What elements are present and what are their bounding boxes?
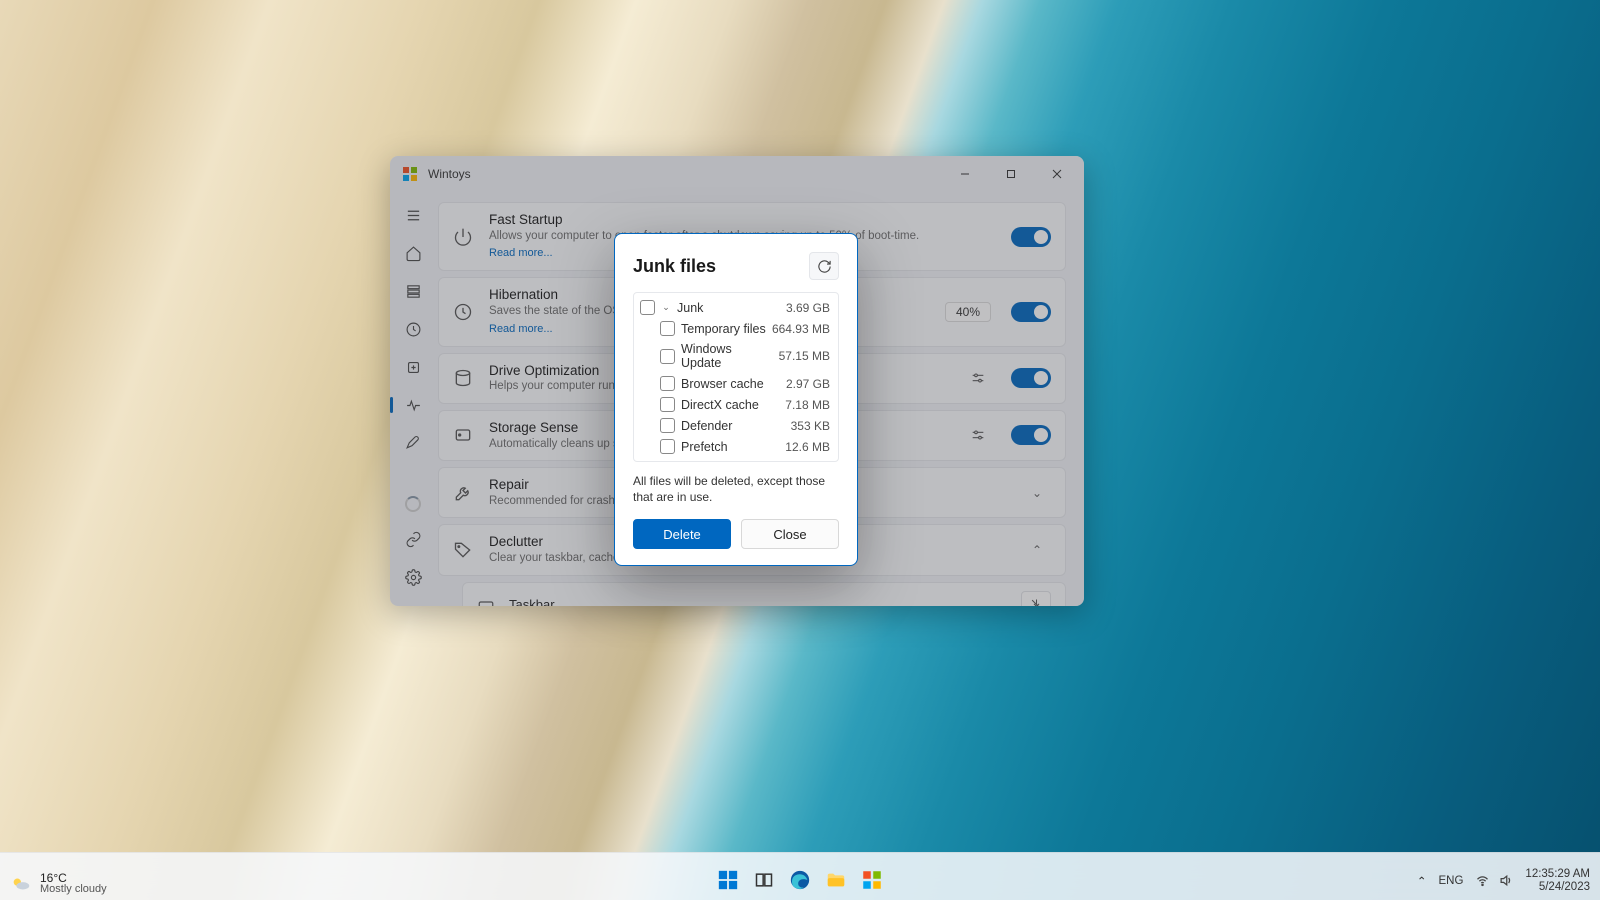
tree-item-name: Temporary files (681, 322, 766, 336)
tree-item-size: 2.97 GB (786, 377, 830, 391)
weather-icon (10, 873, 32, 895)
taskbar[interactable]: 16°C Mostly cloudy ⌃ ENG 12:35:29 AM 5/2… (0, 852, 1600, 900)
wintoys-taskbar-button[interactable] (858, 866, 886, 894)
tree-item-row[interactable]: Prefetch 12.6 MB (638, 436, 832, 457)
tree-item-size: 12.6 MB (785, 440, 830, 454)
explorer-button[interactable] (822, 866, 850, 894)
refresh-button[interactable] (809, 252, 839, 280)
taskbar-pinned (714, 866, 886, 894)
tree-item-name: DirectX cache (681, 398, 779, 412)
checkbox[interactable] (660, 397, 675, 412)
time: 12:35:29 AM (1525, 868, 1590, 881)
tree-item-size: 57.15 MB (779, 349, 830, 363)
checkbox[interactable] (660, 439, 675, 454)
date: 5/24/2023 (1525, 881, 1590, 894)
tree-root-row[interactable]: ⌄ Junk 3.69 GB (638, 297, 832, 318)
tree-item-row[interactable]: Temporary files 664.93 MB (638, 318, 832, 339)
checkbox[interactable] (660, 349, 675, 364)
checkbox[interactable] (660, 321, 675, 336)
sound-icon[interactable] (1498, 873, 1513, 888)
language-indicator[interactable]: ENG (1439, 875, 1464, 887)
tree-item-size: 7.18 MB (785, 398, 830, 412)
tree-item-size: 664.93 MB (772, 322, 830, 336)
tree-item-name: Defender (681, 419, 785, 433)
taskview-button[interactable] (750, 866, 778, 894)
weather-widget[interactable]: 16°C Mostly cloudy (10, 872, 107, 896)
junk-files-dialog: Junk files ⌄ Junk 3.69 GB Temporary file… (614, 233, 858, 566)
tree-item-row[interactable]: Browser cache 2.97 GB (638, 373, 832, 394)
system-tray[interactable]: ⌃ ENG 12:35:29 AM 5/24/2023 (1417, 868, 1590, 894)
tree-item-name: Windows Update (681, 342, 773, 370)
dialog-note: All files will be deleted, except those … (633, 474, 839, 505)
checkbox[interactable] (640, 300, 655, 315)
tree-item-row[interactable]: Windows Update 57.15 MB (638, 339, 832, 373)
junk-tree: ⌄ Junk 3.69 GB Temporary files 664.93 MB W… (633, 292, 839, 462)
desktop: Wintoys (0, 0, 1600, 900)
tree-item-name: Browser cache (681, 377, 780, 391)
clock[interactable]: 12:35:29 AM 5/24/2023 (1525, 868, 1590, 894)
edge-button[interactable] (786, 866, 814, 894)
tree-item-size: 3.69 GB (786, 301, 830, 315)
collapse-arrow-icon[interactable]: ⌄ (661, 302, 671, 313)
dialog-title: Junk files (633, 256, 716, 277)
tray-overflow-icon[interactable]: ⌃ (1417, 874, 1427, 888)
checkbox[interactable] (660, 376, 675, 391)
delete-button[interactable]: Delete (633, 519, 731, 549)
tree-item-name: Junk (677, 301, 780, 315)
tree-item-row[interactable]: Defender 353 KB (638, 415, 832, 436)
tree-item-row[interactable]: DirectX cache 7.18 MB (638, 394, 832, 415)
start-button[interactable] (714, 866, 742, 894)
close-dialog-button[interactable]: Close (741, 519, 839, 549)
tree-item-name: Prefetch (681, 440, 779, 454)
wifi-icon[interactable] (1475, 873, 1490, 888)
weather-desc: Mostly cloudy (40, 884, 107, 896)
checkbox[interactable] (660, 418, 675, 433)
tree-item-size: 353 KB (791, 419, 830, 433)
